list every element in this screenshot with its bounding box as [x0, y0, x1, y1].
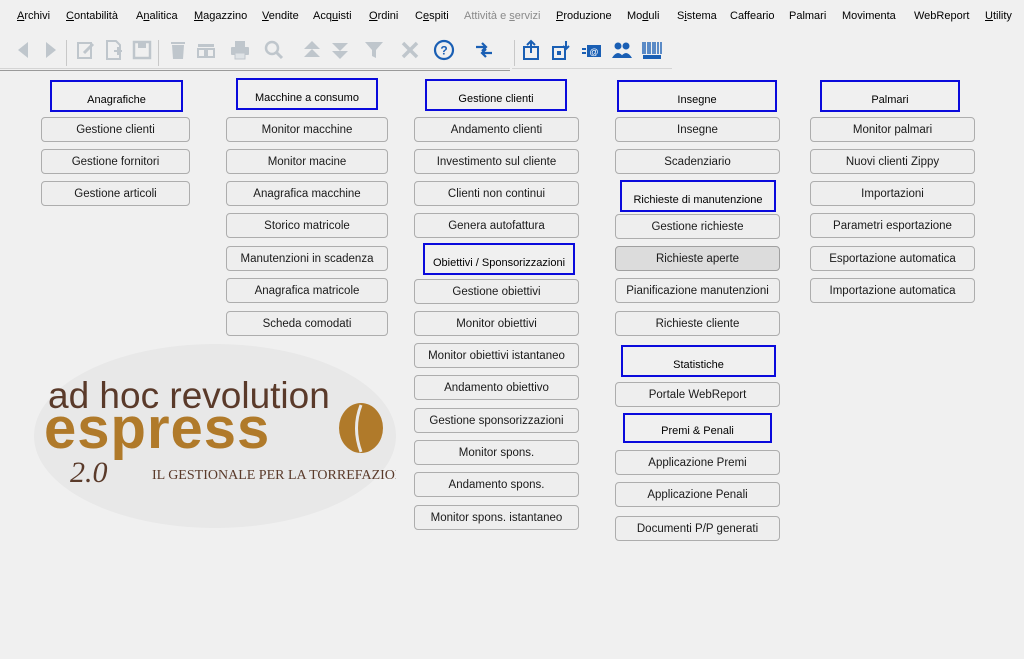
monitor-obiettivi-button[interactable]: Monitor obiettivi — [414, 311, 579, 336]
toolbar-separator — [514, 40, 515, 66]
andamento-spons-button[interactable]: Andamento spons. — [414, 472, 579, 497]
portale-webreport-button[interactable]: Portale WebReport — [615, 382, 780, 407]
esportazione-automatica-button[interactable]: Esportazione automatica — [810, 246, 975, 271]
monitor-obiettivi-istantaneo-button[interactable]: Monitor obiettivi istantaneo — [414, 343, 579, 368]
nuovi-clienti-zippy-button[interactable]: Nuovi clienti Zippy — [810, 149, 975, 174]
parametri-esportazione-button[interactable]: Parametri esportazione — [810, 213, 975, 238]
menu-caffeario[interactable]: Caffeario — [730, 10, 774, 23]
import-icon[interactable] — [550, 38, 574, 62]
manutenzioni-scadenza-button[interactable]: Manutenzioni in scadenza — [226, 246, 388, 271]
anagrafica-macchine-button[interactable]: Anagrafica macchine — [226, 181, 388, 206]
toolbar-custom-group: @ — [512, 32, 672, 69]
email-icon[interactable]: @ — [580, 38, 604, 62]
gestione-sponsorizzazioni-button[interactable]: Gestione sponsorizzazioni — [414, 408, 579, 433]
insegne-button[interactable]: Insegne — [615, 117, 780, 142]
save-icon[interactable] — [130, 38, 154, 62]
gestione-articoli-button[interactable]: Gestione articoli — [41, 181, 190, 206]
scadenziario-button[interactable]: Scadenziario — [615, 149, 780, 174]
monitor-spons-istantaneo-button[interactable]: Monitor spons. istantaneo — [414, 505, 579, 530]
storico-matricole-button[interactable]: Storico matricole — [226, 213, 388, 238]
export-icon[interactable] — [520, 38, 544, 62]
gestione-obiettivi-button[interactable]: Gestione obiettivi — [414, 279, 579, 304]
menu-analitica[interactable]: Analitica — [136, 10, 178, 23]
logo-version: 2.0 — [70, 456, 108, 489]
menu-contabilit[interactable]: Contabilità — [66, 10, 118, 23]
logo-tagline: IL GESTIONALE PER LA TORREFAZIONE — [152, 468, 396, 483]
menu-webreport[interactable]: WebReport — [914, 10, 969, 23]
menu-cespiti[interactable]: Cespiti — [415, 10, 449, 23]
genera-autofattura-button[interactable]: Genera autofattura — [414, 213, 579, 238]
edit-icon[interactable] — [74, 38, 98, 62]
product-logo: ad hoc revolution espress 2.0 IL GESTION… — [34, 344, 414, 528]
menu-attivit-e-servizi[interactable]: Attività e servizi — [464, 10, 540, 23]
section-header-manutenzione: Richieste di manutenzione — [620, 180, 776, 212]
filter-icon[interactable] — [362, 38, 386, 62]
delete-icon[interactable] — [166, 38, 190, 62]
toolbar: ? @ — [0, 30, 1024, 70]
help-icon[interactable]: ? — [432, 38, 456, 62]
previous-record-icon[interactable] — [300, 38, 324, 62]
forward-arrow-icon[interactable] — [38, 38, 62, 62]
menu-utility[interactable]: Utility — [985, 10, 1012, 23]
menu-ordini[interactable]: Ordini — [369, 10, 398, 23]
section-header-anagrafiche: Anagrafiche — [50, 80, 183, 112]
documenti-pp-generati-button[interactable]: Documenti P/P generati — [615, 516, 780, 541]
section-header-statistiche: Statistiche — [621, 345, 776, 377]
users-icon[interactable] — [610, 38, 634, 62]
print-icon[interactable] — [228, 38, 252, 62]
toolbar-divider — [0, 70, 510, 71]
new-record-icon[interactable] — [102, 38, 126, 62]
monitor-palmari-button[interactable]: Monitor palmari — [810, 117, 975, 142]
monitor-spons-button[interactable]: Monitor spons. — [414, 440, 579, 465]
section-header-palmari: Palmari — [820, 80, 960, 112]
applicazione-penali-button[interactable]: Applicazione Penali — [615, 482, 780, 507]
back-arrow-icon[interactable] — [12, 38, 36, 62]
logo-wordmark: espress — [44, 396, 270, 461]
toolbar-separator — [158, 40, 159, 66]
applicazione-premi-button[interactable]: Applicazione Premi — [615, 450, 780, 475]
richieste-cliente-button[interactable]: Richieste cliente — [615, 311, 780, 336]
menu-sistema[interactable]: Sistema — [677, 10, 717, 23]
monitor-macine-button[interactable]: Monitor macine — [226, 149, 388, 174]
coffee-bean-icon — [339, 403, 383, 453]
toolbar-separator — [66, 40, 67, 66]
svg-text:@: @ — [589, 47, 598, 57]
scheda-comodati-button[interactable]: Scheda comodati — [226, 311, 388, 336]
richieste-aperte-button[interactable]: Richieste aperte — [615, 246, 780, 271]
menu-movimenta[interactable]: Movimenta — [842, 10, 896, 23]
investimento-cliente-button[interactable]: Investimento sul cliente — [414, 149, 579, 174]
andamento-clienti-button[interactable]: Andamento clienti — [414, 117, 579, 142]
gestione-richieste-button[interactable]: Gestione richieste — [615, 214, 780, 239]
search-icon[interactable] — [262, 38, 286, 62]
toolbar-main-group: ? — [0, 32, 510, 69]
section-header-premi-penali: Premi & Penali — [623, 413, 772, 443]
cancel-icon[interactable] — [398, 38, 422, 62]
menu-produzione[interactable]: Produzione — [556, 10, 612, 23]
section-header-gestione-clienti: Gestione clienti — [425, 79, 567, 111]
gestione-clienti-button[interactable]: Gestione clienti — [41, 117, 190, 142]
importazioni-button[interactable]: Importazioni — [810, 181, 975, 206]
menu-moduli[interactable]: Moduli — [627, 10, 659, 23]
andamento-obiettivo-button[interactable]: Andamento obiettivo — [414, 375, 579, 400]
importazione-automatica-button[interactable]: Importazione automatica — [810, 278, 975, 303]
menu-vendite[interactable]: Vendite — [262, 10, 299, 23]
menu-magazzino[interactable]: Magazzino — [194, 10, 247, 23]
section-header-macchine: Macchine a consumo — [236, 78, 378, 110]
wizard-icon[interactable] — [472, 38, 496, 62]
menu-archivi[interactable]: Archivi — [17, 10, 50, 23]
anagrafica-matricole-button[interactable]: Anagrafica matricole — [226, 278, 388, 303]
pianificazione-manutenzioni-button[interactable]: Pianificazione manutenzioni — [615, 278, 780, 303]
next-record-icon[interactable] — [328, 38, 352, 62]
list-icon[interactable] — [194, 38, 218, 62]
section-header-insegne: Insegne — [617, 80, 777, 112]
barcode-icon[interactable] — [640, 38, 664, 62]
menu-bar: Archivi Contabilità Analitica Magazzino Vend… — [0, 0, 1024, 28]
svg-text:?: ? — [440, 44, 447, 58]
menu-palmari[interactable]: Palmari — [789, 10, 826, 23]
clienti-non-continui-button[interactable]: Clienti non continui — [414, 181, 579, 206]
monitor-macchine-button[interactable]: Monitor macchine — [226, 117, 388, 142]
section-header-obiettivi: Obiettivi / Sponsorizzazioni — [423, 243, 575, 275]
gestione-fornitori-button[interactable]: Gestione fornitori — [41, 149, 190, 174]
menu-acquisti[interactable]: Acquisti — [313, 10, 352, 23]
